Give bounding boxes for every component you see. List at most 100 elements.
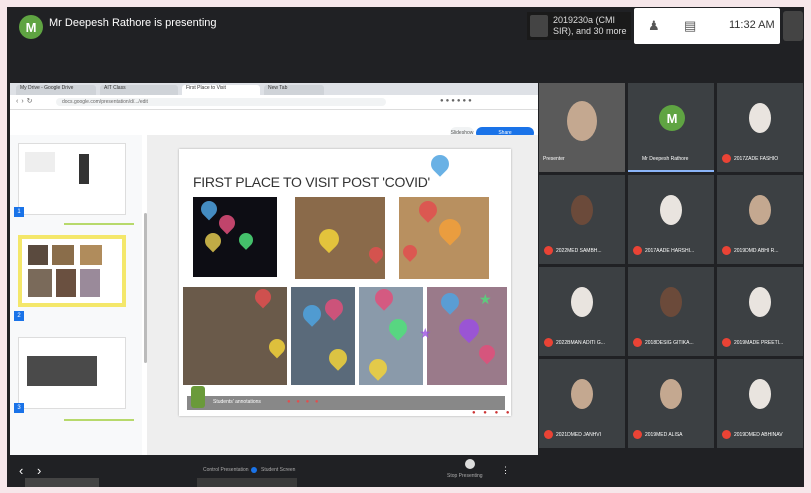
participant-tile[interactable]: 2022MED SAMBH... — [539, 175, 625, 264]
participant-name: 2022MED SAMBH... — [556, 248, 602, 254]
mic-muted-icon — [544, 246, 553, 255]
participant-video — [660, 195, 682, 225]
participant-tile[interactable]: 2019MADE PREETI... — [717, 267, 803, 356]
participant-name: 2017ZADE FASHIO — [734, 156, 779, 162]
address-bar: ‹›↻ docs.google.com/presentation/d/.../e… — [10, 95, 538, 110]
participant-name: 2022BMAN ADITI G... — [556, 340, 605, 346]
url-field[interactable]: docs.google.com/presentation/d/.../edit — [56, 98, 386, 106]
participant-grid: Presenter M Mr Deepesh Rathore 2017ZADE … — [539, 83, 804, 455]
progress-line — [64, 419, 134, 421]
presenter-avatar: M — [19, 15, 43, 39]
mascot-icon — [191, 386, 205, 408]
star-annotation-icon: ★ — [419, 325, 432, 341]
taskbar-item — [25, 478, 99, 487]
participant-video — [749, 379, 771, 409]
participant-avatar: M — [659, 105, 685, 131]
mic-muted-icon — [633, 246, 642, 255]
participant-name: 2017AADE HARSHI... — [645, 248, 695, 254]
slide-thumbnail-selected[interactable] — [18, 235, 126, 307]
mic-muted-icon — [544, 338, 553, 347]
participant-name: 2019DMD ABHI R... — [734, 248, 779, 254]
control-label: Control Presentation — [203, 467, 249, 473]
chevron-left-icon[interactable]: ‹ — [19, 463, 23, 478]
participant-tile[interactable]: M Mr Deepesh Rathore — [628, 83, 714, 172]
mic-muted-icon — [633, 338, 642, 347]
mic-muted-icon — [722, 154, 731, 163]
browser-tab[interactable]: My Drive - Google Drive — [16, 85, 96, 95]
current-slide[interactable]: FIRST PLACE TO VISIT POST 'COVID' ★ ★ St… — [179, 149, 511, 416]
bottom-controls: ‹ › Control Presentation Student Screen … — [7, 455, 804, 487]
more-options-icon[interactable]: ⋮ — [501, 465, 510, 476]
taskbar-item — [197, 478, 297, 487]
participant-tile[interactable]: 2017AADE HARSHI... — [628, 175, 714, 264]
annotation-dots-icon: ● ● ● ● — [287, 399, 321, 405]
participant-tile[interactable]: Presenter — [539, 83, 625, 172]
chat-icon[interactable]: ▤ — [684, 18, 696, 34]
participant-video — [660, 287, 682, 317]
participant-name: 2018DESIG GITIKA... — [645, 340, 694, 346]
others-text: 2019230a (CMI SIR), and 30 more — [553, 15, 627, 36]
participant-name: 2019MED ALISA — [645, 432, 683, 438]
participant-tile[interactable]: 2018DESIG GITIKA... — [628, 267, 714, 356]
participant-video — [571, 287, 593, 317]
control-label: Student Screen — [261, 467, 296, 473]
slide-caption-bar: Students' annotations ● ● ● ● — [187, 386, 505, 410]
participant-tile[interactable]: 2017ZADE FASHIO — [717, 83, 803, 172]
slide-photo — [295, 197, 385, 279]
slide-thumbnail[interactable] — [18, 143, 126, 215]
mic-muted-icon — [722, 246, 731, 255]
slide-photo — [183, 287, 287, 385]
participant-name: 2019DMED ABHINAV — [734, 432, 783, 438]
active-speaker-indicator — [628, 170, 714, 172]
participant-video — [571, 195, 593, 225]
slide-photo — [291, 287, 355, 385]
browser-tab-active[interactable]: First Place to Visit — [182, 85, 260, 95]
participant-tile[interactable]: 2021DMED JANHVI — [539, 359, 625, 448]
mic-muted-icon — [722, 338, 731, 347]
meeting-controls: ♟ ▤ 11:32 AM — [634, 8, 780, 44]
stop-presenting-label[interactable]: Stop Presenting — [447, 473, 483, 479]
presenting-text: Mr Deepesh Rathore is presenting — [49, 17, 217, 29]
participant-tile[interactable]: 2022BMAN ADITI G... — [539, 267, 625, 356]
browser-tabs: My Drive - Google Drive AIT Class First … — [10, 83, 538, 95]
slide-number: 3 — [14, 403, 24, 413]
clock-time: 11:32 AM — [729, 19, 775, 31]
participant-video — [749, 287, 771, 317]
participant-video — [571, 379, 593, 409]
participant-video — [660, 379, 682, 409]
nav-arrows-icon[interactable]: ‹›↻ — [16, 97, 36, 105]
spacer-strip — [7, 47, 535, 83]
caption-text: Students' annotations — [213, 399, 261, 405]
slide-title: FIRST PLACE TO VISIT POST 'COVID' — [193, 174, 430, 190]
participant-video — [749, 195, 771, 225]
extension-icons[interactable]: ●●●●●● — [440, 98, 474, 104]
progress-line — [64, 223, 134, 225]
participant-name: Mr Deepesh Rathore — [642, 156, 689, 162]
star-annotation-icon: ★ — [479, 291, 492, 307]
slide-thumbnail[interactable] — [18, 337, 126, 409]
presenting-bar: M Mr Deepesh Rathore is presenting 20192… — [7, 7, 804, 47]
browser-tab[interactable]: New Tab — [264, 85, 324, 95]
mic-muted-icon — [633, 430, 642, 439]
chevron-right-icon[interactable]: › — [37, 463, 41, 478]
browser-tab[interactable]: AIT Class — [100, 85, 178, 95]
zoom-controls-icon[interactable]: ● ● ● ● — [472, 410, 513, 416]
participant-name: 2019MADE PREETI... — [734, 340, 784, 346]
self-view-thumbnail[interactable] — [783, 11, 803, 41]
annotation-pin — [427, 151, 453, 177]
screen-dot-icon — [251, 467, 257, 473]
participant-tile[interactable]: 2019DMD ABHI R... — [717, 175, 803, 264]
slide-number: 2 — [14, 311, 24, 321]
participant-video — [567, 101, 597, 141]
stop-presenting-icon[interactable] — [465, 459, 475, 469]
other-participants-preview[interactable]: 2019230a (CMI SIR), and 30 more — [527, 12, 631, 40]
people-icon[interactable]: ♟ — [648, 18, 660, 34]
participant-thumbnail — [530, 15, 548, 37]
participant-video — [749, 103, 771, 133]
participant-tile[interactable]: 2019MED ALISA — [628, 359, 714, 448]
mic-muted-icon — [722, 430, 731, 439]
participant-name: 2021DMED JANHVI — [556, 432, 602, 438]
mic-muted-icon — [544, 430, 553, 439]
participant-name: Presenter — [543, 156, 565, 162]
participant-tile[interactable]: 2019DMED ABHINAV — [717, 359, 803, 448]
